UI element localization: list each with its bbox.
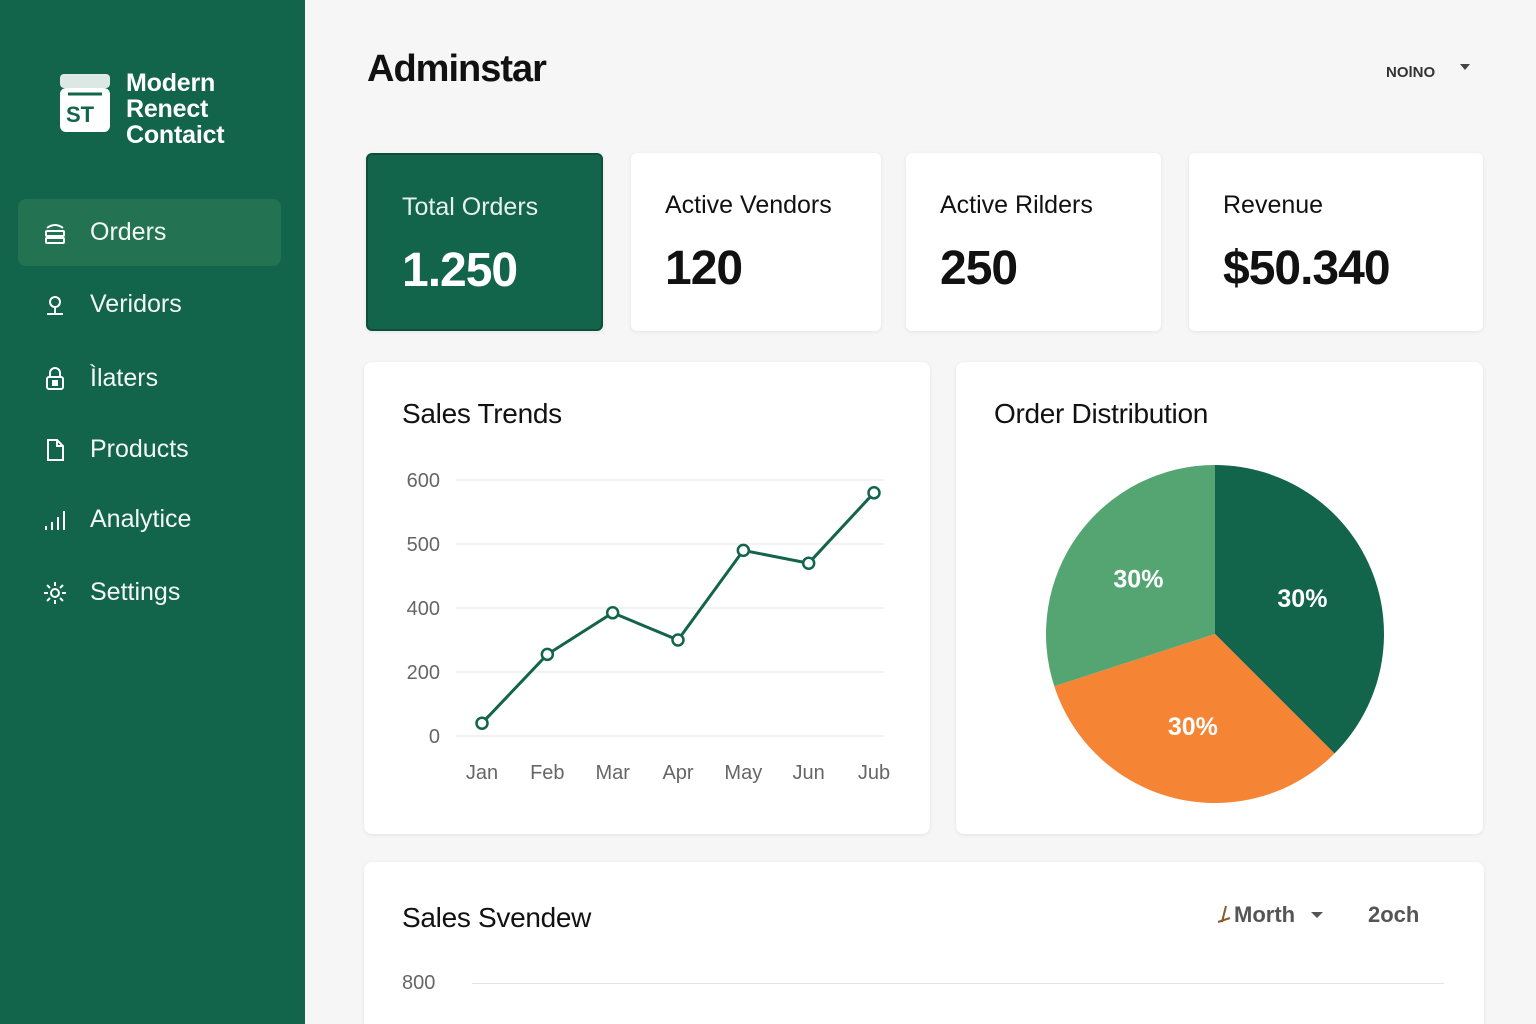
pie-slice-label: 30%	[1277, 585, 1327, 613]
stat-value: $50.340	[1223, 242, 1391, 295]
store-bag-icon: ST	[60, 74, 110, 132]
stat-card-active-vendors[interactable]: Active Vendors 120	[631, 153, 881, 331]
stat-label: Active Vendors	[665, 191, 832, 219]
data-point	[801, 556, 816, 570]
sidebar-item-laters[interactable]: Ìlaters	[18, 345, 281, 412]
sales-overview-tick-label: 800	[402, 972, 436, 994]
user-menu[interactable]: NOlNO	[1370, 56, 1482, 92]
sidebar-item-label: Products	[90, 435, 189, 463]
period-select-value: Morth	[1234, 902, 1296, 927]
x-tick-label: Apr	[662, 762, 693, 784]
sales-overview-title: Sales Svendew	[402, 902, 592, 933]
brand-name-line-2: Renect	[126, 95, 209, 123]
pie-slice-label: 30%	[1168, 713, 1218, 741]
brand-name-line-1: Modern	[126, 69, 216, 97]
y-tick-label: 600	[407, 470, 440, 492]
sidebar-item-vendors[interactable]: Veridors	[18, 271, 281, 338]
bar-chart-icon	[42, 507, 68, 533]
sidebar-item-settings[interactable]: Settings	[18, 559, 281, 626]
period-select[interactable]: Morth	[1216, 902, 1324, 928]
brand[interactable]: ST Modern Renect Contaict	[58, 69, 225, 149]
data-point	[605, 606, 620, 620]
sales-trends-panel: Sales Trends 600 500 400 200 0 Jan Feb Mar Apr Ma…	[364, 362, 930, 834]
sidebar-item-products[interactable]: Products	[18, 416, 281, 483]
sidebar-item-label: Settings	[90, 578, 181, 606]
stat-label: Total Orders	[402, 193, 539, 221]
stat-label: Revenue	[1223, 191, 1324, 219]
x-tick-label: Jan	[466, 762, 498, 784]
chevron-down-icon	[1311, 912, 1324, 918]
stat-card-total-orders[interactable]: Total Orders 1.250	[366, 153, 603, 331]
sales-overview-gridline	[472, 983, 1444, 984]
x-tick-label: Jub	[858, 762, 890, 784]
stat-label: Active Rilders	[940, 191, 1093, 219]
sidebar-item-label: Veridors	[90, 290, 182, 318]
y-tick-label: 500	[407, 534, 440, 556]
order-distribution-chart: 30% 30% 30%	[1046, 465, 1384, 803]
data-point	[540, 647, 555, 662]
brand-name: Modern Renect Contaict	[126, 69, 225, 149]
sidebar-item-label: Ìlaters	[90, 364, 159, 392]
y-tick-label: 400	[407, 598, 440, 620]
sidebar-item-label: Analytice	[90, 505, 192, 533]
sidebar: ST Modern Renect Contaict Orders Veridor…	[0, 0, 305, 1024]
x-tick-label: Mar	[595, 762, 630, 784]
data-point	[475, 716, 489, 730]
x-tick-label: May	[724, 762, 762, 784]
inbox-stack-icon	[42, 220, 68, 246]
x-tick-label: Feb	[530, 762, 564, 784]
data-point	[671, 633, 685, 647]
brand-name-line-3: Contaict	[126, 121, 225, 149]
gear-icon	[42, 580, 68, 606]
data-point	[867, 486, 881, 500]
stat-card-active-riders[interactable]: Active Rilders 250	[906, 153, 1161, 331]
svg-text:ST: ST	[66, 102, 95, 127]
chevron-down-icon	[1460, 64, 1470, 70]
lock-icon	[42, 366, 68, 392]
sales-overview-panel: Sales Svendew Morth 2och 800	[364, 862, 1484, 1024]
user-name: NOlNO	[1386, 64, 1436, 81]
document-icon	[42, 437, 68, 463]
sidebar-item-orders[interactable]: Orders	[18, 199, 281, 266]
x-tick-label: Jun	[793, 762, 825, 784]
pie-slice-label: 30%	[1113, 565, 1163, 593]
stat-value: 1.250	[402, 244, 518, 297]
sidebar-item-analytics[interactable]: Analytice	[18, 486, 281, 553]
pin-icon	[1216, 904, 1234, 926]
range-select-value: 2och	[1368, 902, 1420, 927]
stat-value: 250	[940, 242, 1018, 295]
y-tick-label: 200	[407, 662, 440, 684]
sales-trends-chart: 600 500 400 200 0 Jan Feb Mar Apr May Jun Jub	[407, 470, 891, 784]
person-icon	[42, 292, 68, 318]
stat-card-revenue[interactable]: Revenue $50.340	[1189, 153, 1483, 331]
y-tick-label: 0	[429, 726, 440, 748]
order-distribution-panel: Order Distribution 30% 30% 30%	[956, 362, 1483, 834]
page-title: Adminstar	[367, 48, 547, 90]
data-point	[736, 543, 751, 558]
stat-value: 120	[665, 242, 743, 295]
sidebar-item-label: Orders	[90, 218, 167, 246]
range-select[interactable]: 2och	[1368, 902, 1419, 928]
